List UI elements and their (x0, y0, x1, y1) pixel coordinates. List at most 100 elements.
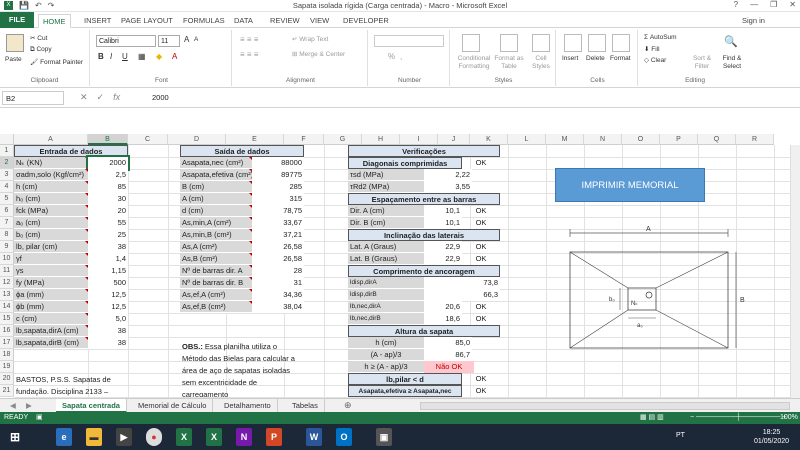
column-header[interactable]: J (438, 134, 470, 145)
format-as-table-button[interactable]: Format as Table (494, 55, 524, 71)
entrada-value[interactable]: 2000 (86, 155, 130, 171)
cut-button[interactable]: ✂ Cut (30, 34, 47, 42)
entrada-value[interactable]: 20 (88, 205, 128, 217)
column-header[interactable]: O (622, 134, 660, 145)
column-header[interactable]: K (470, 134, 508, 145)
select-all-corner[interactable] (0, 134, 14, 145)
wrap-text-button[interactable]: ↵ Wrap Text (292, 35, 328, 43)
font-size-select[interactable]: 11 (158, 35, 180, 47)
insert-function-icon[interactable]: fx (113, 92, 120, 103)
entrada-value[interactable]: 38 (88, 241, 128, 253)
column-header[interactable]: I (400, 134, 438, 145)
row-header[interactable]: 5 (0, 193, 14, 205)
entrada-value[interactable]: 12,5 (88, 289, 128, 301)
ldisp-b-value[interactable]: 66,3 (424, 289, 500, 301)
row-header[interactable]: 4 (0, 181, 14, 193)
cell-styles-icon[interactable] (532, 34, 550, 52)
format-table-icon[interactable] (500, 34, 518, 52)
saida-value[interactable]: 38,04 (252, 301, 304, 313)
tab-insert[interactable]: INSERT (80, 14, 115, 28)
entrada-value[interactable]: 38 (88, 337, 128, 349)
sheet-tab-detalhamento[interactable]: Detalhamento (218, 399, 278, 413)
sort-filter-button[interactable]: Sort & Filter (688, 55, 716, 71)
row-header[interactable]: 18 (0, 349, 14, 361)
entrada-value[interactable]: 25 (88, 229, 128, 241)
view-normal-icon[interactable]: ▦ ▤ ▥ (640, 412, 664, 424)
entrada-value[interactable]: 38 (88, 325, 128, 337)
name-box[interactable]: B2 (2, 91, 64, 105)
saida-value[interactable]: 285 (252, 181, 304, 193)
saida-value[interactable]: 315 (252, 193, 304, 205)
row-header[interactable]: 21 (0, 385, 14, 397)
shrink-font-button[interactable]: A (194, 36, 198, 43)
copy-button[interactable]: ⧉ Copy (30, 46, 52, 54)
conditional-formatting-icon[interactable] (462, 34, 480, 52)
tab-developer[interactable]: DEVELOPER (339, 14, 393, 28)
row-header[interactable]: 14 (0, 301, 14, 313)
trd2-value[interactable]: 3,55 (424, 181, 472, 193)
entrada-value[interactable]: 30 (88, 193, 128, 205)
lat-a-value[interactable]: 22,9 (424, 241, 462, 253)
next-sheet-icon[interactable]: ▶ (20, 399, 38, 413)
onenote-icon[interactable]: N (236, 428, 252, 446)
macro-record-icon[interactable]: ▣ (36, 412, 43, 424)
sheet-tab-tabelas[interactable]: Tabelas (286, 399, 325, 413)
row-header[interactable]: 11 (0, 265, 14, 277)
tab-page-layout[interactable]: PAGE LAYOUT (117, 14, 177, 28)
sheet-tab-memorial[interactable]: Memorial de Cálculo (132, 399, 214, 413)
saida-value[interactable]: 78,75 (252, 205, 304, 217)
paste-icon[interactable] (6, 34, 24, 52)
underline-button[interactable]: U (122, 52, 128, 61)
lat-b-value[interactable]: 22,9 (424, 253, 462, 265)
row-header[interactable]: 8 (0, 229, 14, 241)
column-header[interactable]: B (88, 134, 128, 145)
tab-home[interactable]: HOME (38, 14, 71, 28)
a-ap-value[interactable]: 86,7 (424, 349, 472, 361)
cell-styles-button[interactable]: Cell Styles (528, 55, 554, 71)
entrada-value[interactable]: 2,5 (88, 169, 128, 181)
row-header[interactable]: 12 (0, 277, 14, 289)
row-header[interactable]: 19 (0, 361, 14, 373)
conditional-formatting-button[interactable]: Conditional Formatting (454, 55, 494, 71)
tab-formulas[interactable]: FORMULAS (179, 14, 229, 28)
paste-button[interactable]: Paste (5, 56, 22, 63)
bold-button[interactable]: B (98, 52, 104, 61)
align-top-icon[interactable]: ≡ ≡ ≡ (240, 35, 258, 44)
delete-button[interactable]: Delete (586, 55, 605, 62)
saida-value[interactable]: 31 (252, 277, 304, 289)
tab-file[interactable]: FILE (0, 12, 34, 28)
entrada-value[interactable]: 1,15 (88, 265, 128, 277)
insert-cells-icon[interactable] (564, 34, 582, 52)
restore-button[interactable]: ❐ (770, 0, 777, 9)
saida-value[interactable]: 37,21 (252, 229, 304, 241)
powerpoint-icon[interactable]: P (266, 428, 282, 446)
formula-input[interactable]: 2000 (152, 93, 169, 102)
sheet-tab-sapata[interactable]: Sapata centrada (56, 399, 127, 413)
insert-button[interactable]: Insert (562, 55, 578, 62)
column-header[interactable]: L (508, 134, 546, 145)
format-button[interactable]: Format (610, 55, 631, 62)
binoculars-icon[interactable]: 🔍 (724, 35, 738, 48)
merge-center-button[interactable]: ⊞ Merge & Center (292, 50, 345, 58)
ie-icon[interactable]: e (56, 428, 72, 446)
row-header[interactable]: 3 (0, 169, 14, 181)
saida-value[interactable]: 26,58 (252, 253, 304, 265)
grow-font-button[interactable]: A (184, 35, 189, 44)
start-icon[interactable]: ⊞ (4, 428, 26, 446)
media-icon[interactable]: ▶ (116, 428, 132, 446)
tsd-value[interactable]: 2,22 (424, 169, 472, 181)
chrome-icon[interactable]: ● (146, 428, 162, 446)
column-header[interactable]: N (584, 134, 622, 145)
saida-value[interactable]: 26,58 (252, 241, 304, 253)
borders-icon[interactable]: ▦ (138, 52, 146, 61)
saida-value[interactable]: 89775 (252, 169, 304, 181)
entrada-value[interactable]: 5,0 (88, 313, 128, 325)
column-header[interactable]: E (226, 134, 284, 145)
language-indicator[interactable]: PT (676, 432, 685, 439)
saida-value[interactable]: 34,36 (252, 289, 304, 301)
percent-button[interactable]: % (388, 52, 395, 61)
column-header[interactable]: R (736, 134, 774, 145)
saida-value[interactable]: 33,67 (252, 217, 304, 229)
entrada-value[interactable]: 1,4 (88, 253, 128, 265)
row-header[interactable]: 20 (0, 373, 14, 385)
